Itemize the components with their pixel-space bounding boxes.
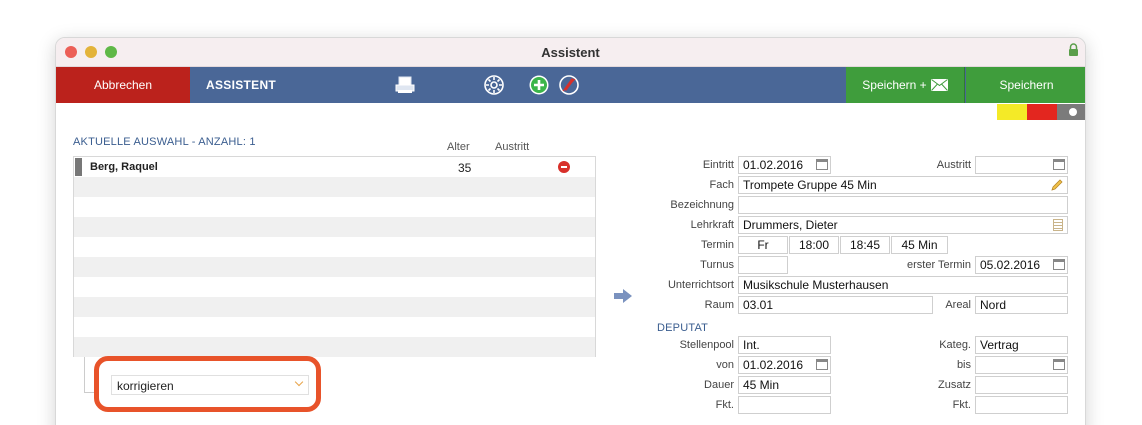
list-item-empty [74, 337, 595, 357]
deputat-heading: DEPUTAT [657, 322, 709, 334]
yellow-swatch[interactable] [997, 104, 1027, 120]
cancel-button[interactable]: Abbrechen [56, 67, 190, 103]
toolbar: Abbrechen ASSISTENT Speichern + Speicher… [56, 67, 1085, 103]
austritt-label: Austritt [936, 159, 971, 171]
save-and-send-label: Speichern + [862, 78, 927, 92]
pencil-icon[interactable] [1050, 178, 1063, 192]
add-icon[interactable] [527, 73, 551, 97]
von-label: von [716, 359, 734, 371]
list-picker-icon[interactable] [1053, 219, 1063, 231]
eintritt-label: Eintritt [702, 159, 734, 171]
dauer-label: Dauer [704, 379, 734, 391]
toggle-dot-icon [1069, 108, 1077, 116]
list-item[interactable]: Berg, Raquel 35 [74, 157, 595, 177]
termin-day-field[interactable]: Fr [738, 236, 788, 254]
calendar-icon[interactable] [1053, 259, 1065, 270]
erster-termin-label: erster Termin [907, 259, 971, 271]
list-item-empty [74, 297, 595, 317]
erster-termin-field[interactable]: 05.02.2016 [975, 256, 1068, 274]
chevron-down-icon [294, 377, 304, 387]
printer-icon[interactable] [393, 73, 417, 97]
no-edit-icon[interactable] [557, 73, 581, 97]
fkt-field-left[interactable] [738, 396, 831, 414]
column-header-exit: Austritt [495, 141, 530, 153]
column-header-age: Alter [447, 141, 470, 153]
save-and-send-button[interactable]: Speichern + [846, 67, 965, 103]
unterrichtsort-field[interactable]: Musikschule Musterhausen [738, 276, 1068, 294]
areal-label: Areal [945, 299, 971, 311]
lehrkraft-value: Drummers, Dieter [743, 218, 838, 232]
erster-termin-value: 05.02.2016 [980, 258, 1041, 272]
fkt-field-right[interactable] [975, 396, 1068, 414]
areal-field[interactable]: Nord [975, 296, 1068, 314]
termin-end-field[interactable]: 18:45 [840, 236, 890, 254]
zusatz-field[interactable] [975, 376, 1068, 394]
envelope-icon [930, 79, 948, 91]
red-swatch[interactable] [1027, 104, 1057, 120]
save-button[interactable]: Speichern [966, 67, 1085, 103]
bis-field[interactable] [975, 356, 1068, 374]
window-title: Assistent [541, 45, 600, 60]
fkt-label-left: Fkt. [715, 399, 734, 411]
assistant-window: Assistent Abbrechen ASSISTENT Speichern … [55, 37, 1086, 425]
dauer-field[interactable]: 45 Min [738, 376, 831, 394]
stellenpool-field[interactable]: Int. [738, 336, 831, 354]
list-item-empty [74, 237, 595, 257]
gray-swatch[interactable] [1057, 104, 1085, 120]
stellenpool-label: Stellenpool [679, 339, 734, 351]
unterrichtsort-label: Unterrichtsort [667, 279, 734, 291]
list-item-empty [74, 257, 595, 277]
kateg-label: Kateg. [939, 339, 971, 351]
selection-heading: AKTUELLE AUSWAHL - ANZAHL: 1 [73, 136, 256, 148]
lock-icon [1069, 43, 1078, 56]
lehrkraft-label: Lehrkraft [690, 219, 734, 231]
lehrkraft-field[interactable]: Drummers, Dieter [738, 216, 1068, 234]
action-select-value: korrigieren [117, 379, 174, 393]
status-color-swatches [997, 104, 1085, 120]
austritt-field[interactable] [975, 156, 1068, 174]
fach-label: Fach [709, 179, 734, 191]
selection-list: Berg, Raquel 35 [73, 156, 596, 357]
eintritt-field[interactable]: 01.02.2016 [738, 156, 831, 174]
list-item-empty [74, 317, 595, 337]
calendar-icon[interactable] [816, 359, 828, 370]
list-item-empty [74, 197, 595, 217]
calendar-icon[interactable] [1053, 159, 1065, 170]
action-select[interactable]: korrigieren [111, 375, 309, 395]
fach-field[interactable]: Trompete Gruppe 45 Min [738, 176, 1068, 194]
list-item-empty [74, 177, 595, 197]
calendar-icon[interactable] [816, 159, 828, 170]
bis-label: bis [956, 359, 971, 371]
fach-value: Trompete Gruppe 45 Min [743, 178, 877, 192]
von-field[interactable]: 01.02.2016 [738, 356, 831, 374]
row-marker [75, 158, 82, 176]
title-bar: Assistent [56, 38, 1085, 67]
raum-label: Raum [704, 299, 734, 311]
zusatz-label: Zusatz [937, 379, 971, 391]
remove-icon[interactable] [558, 161, 570, 173]
turnus-label: Turnus [700, 259, 734, 271]
list-item-empty [74, 277, 595, 297]
student-name: Berg, Raquel [90, 161, 158, 173]
termin-label: Termin [700, 239, 734, 251]
kateg-field[interactable]: Vertrag [975, 336, 1068, 354]
student-age: 35 [458, 161, 472, 175]
bezeichnung-label: Bezeichnung [670, 199, 734, 211]
turnus-field[interactable] [738, 256, 788, 274]
settings-gear-icon[interactable] [482, 73, 506, 97]
eintritt-value: 01.02.2016 [743, 158, 804, 172]
calendar-icon[interactable] [1053, 359, 1065, 370]
fkt-label-right: Fkt. [952, 399, 971, 411]
termin-duration-field[interactable]: 45 Min [891, 236, 948, 254]
raum-field[interactable]: 03.01 [738, 296, 933, 314]
bezeichnung-field[interactable] [738, 196, 1068, 214]
toolbar-section-label: ASSISTENT [206, 78, 277, 92]
termin-start-field[interactable]: 18:00 [789, 236, 839, 254]
list-item-empty [74, 217, 595, 237]
von-value: 01.02.2016 [743, 358, 804, 372]
